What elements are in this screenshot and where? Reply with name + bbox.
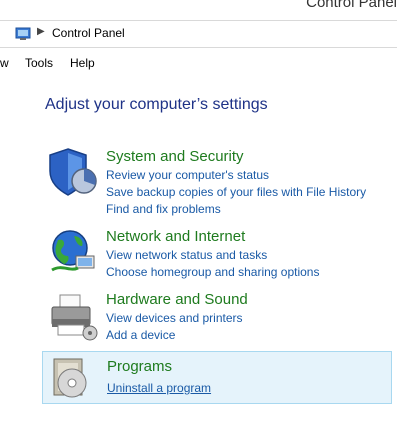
link-network-status[interactable]: View network status and tasks [106,248,267,262]
link-add-device[interactable]: Add a device [106,328,175,342]
window-title: Control Panel [306,0,397,11]
breadcrumb-chevron-icon[interactable]: ▶ [37,26,45,37]
page-title: Adjust your computer’s settings [45,96,268,113]
link-file-history[interactable]: Save backup copies of your files with Fi… [106,185,366,199]
category-hardware-sound: Hardware and Sound View devices and prin… [42,287,392,347]
menu-help[interactable]: Help [70,56,95,70]
programs-disc-icon [53,358,87,398]
category-programs[interactable]: Programs Uninstall a program [42,351,392,404]
control-panel-icon [15,27,31,40]
category-title[interactable]: Network and Internet [106,228,245,245]
link-homegroup[interactable]: Choose homegroup and sharing options [106,265,319,279]
title-bar: Control Panel [0,0,397,20]
link-review-status[interactable]: Review your computer's status [106,168,269,182]
link-uninstall-program[interactable]: Uninstall a program [107,381,211,395]
category-title[interactable]: Programs [107,358,172,375]
category-title[interactable]: Hardware and Sound [106,291,248,308]
menu-view[interactable]: w [0,56,9,70]
menu-bar: w Tools Help [0,54,397,74]
globe-network-icon [51,230,95,272]
breadcrumb[interactable]: Control Panel [52,26,125,40]
link-find-fix-problems[interactable]: Find and fix problems [106,202,221,216]
menu-tools[interactable]: Tools [25,56,53,70]
shield-icon [49,148,97,196]
link-devices-printers[interactable]: View devices and printers [106,311,243,325]
category-title[interactable]: System and Security [106,148,244,165]
category-system-security: System and Security Review your computer… [42,143,392,219]
category-network-internet: Network and Internet View network status… [42,224,392,284]
printer-icon [51,294,98,341]
address-bar[interactable]: ▶ Control Panel [0,20,397,48]
